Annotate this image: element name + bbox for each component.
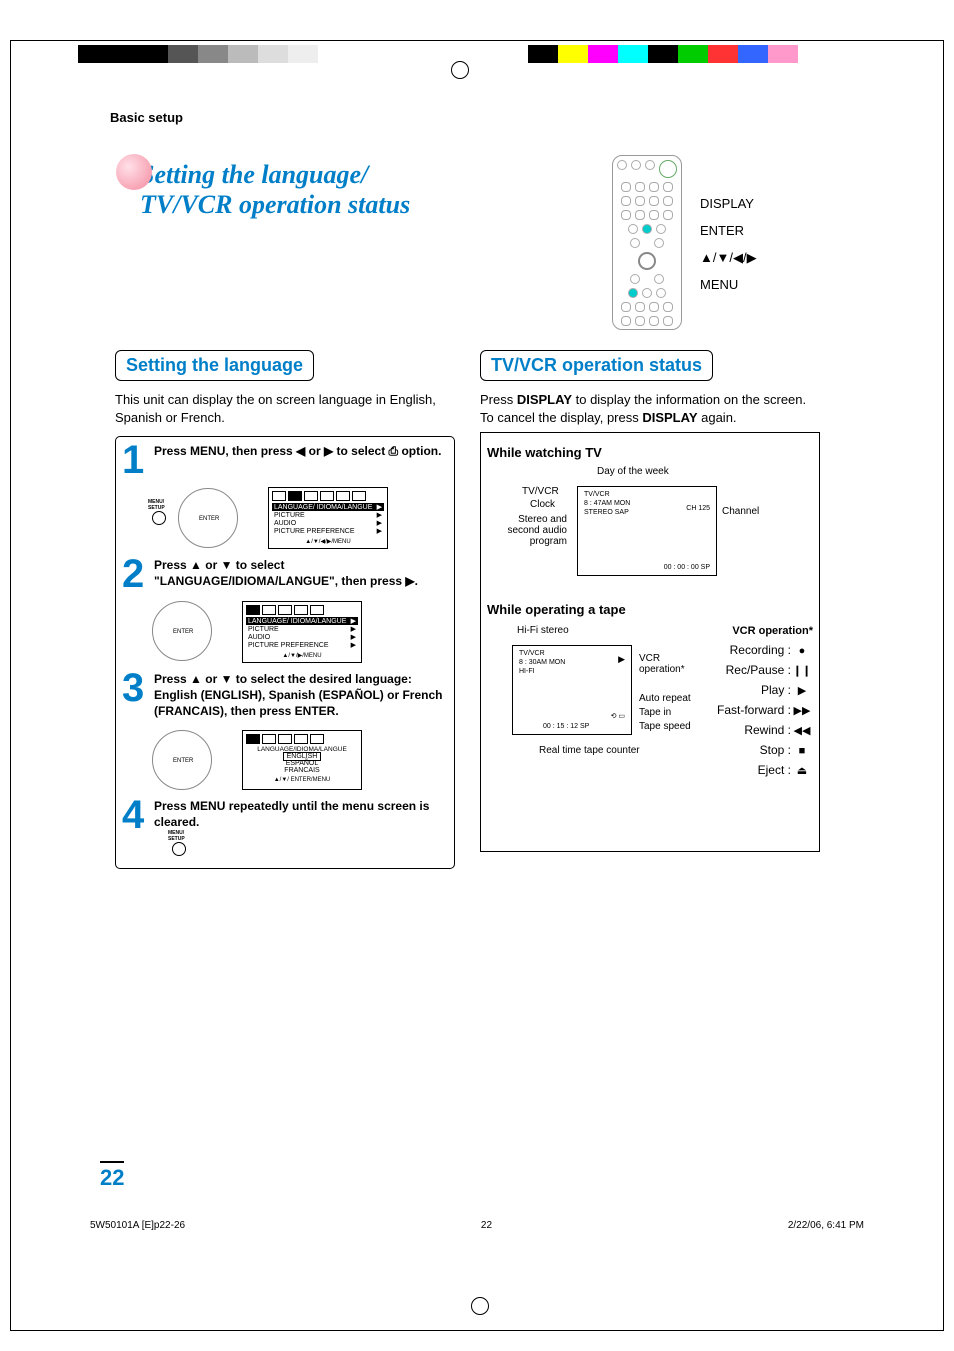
- breadcrumb: Basic setup: [110, 110, 183, 125]
- tape-screen: TV/VCR 8 : 30AM MON HI-FI ▶ ⟲ ▭ 00 : 15 …: [512, 645, 632, 735]
- print-swatches-right: [528, 45, 798, 63]
- steps-box: 1 Press MENU, then press ◀ or ▶ to selec…: [115, 436, 455, 869]
- dpad-icon: [178, 488, 238, 548]
- intro-left: This unit can display the on screen lang…: [115, 391, 455, 426]
- step-4-text: Press MENU repeatedly until the menu scr…: [154, 798, 448, 832]
- menu-button-icon: [172, 842, 190, 856]
- intro-right: Press DISPLAY to display the information…: [480, 391, 820, 426]
- step-2-text: Press ▲ or ▼ to select "LANGUAGE/IDIOMA/…: [154, 557, 448, 591]
- dpad-icon: [152, 601, 212, 661]
- status-frame: While watching TV Day of the week TV/VCR…: [480, 432, 820, 852]
- section-title-right: TV/VCR operation status: [480, 350, 713, 381]
- step-number: 1: [122, 443, 148, 477]
- step-number: 4: [122, 798, 148, 832]
- dpad-icon: [152, 730, 212, 790]
- page-number: 22: [100, 1161, 124, 1191]
- remote-labels: DISPLAY ENTER ▲/▼/◀/▶ MENU: [700, 190, 757, 298]
- tape-heading: While operating a tape: [487, 602, 813, 617]
- section-title-left: Setting the language: [115, 350, 314, 381]
- osd-screen-3: LANGUAGE/IDIOMA/LANGUE ENGLISH ESPAÑOL F…: [242, 730, 362, 790]
- tv-heading: While watching TV: [487, 445, 813, 460]
- vcr-operation-legend: VCR operation* Recording :● Rec/Pause :❙…: [673, 625, 813, 783]
- footer: 5W50101A [E]p22-26 22 2/22/06, 6:41 PM: [90, 1220, 864, 1231]
- menu-button-icon: [152, 511, 170, 525]
- print-swatches-left: [78, 45, 318, 63]
- step-1-text: Press MENU, then press ◀ or ▶ to select …: [154, 443, 448, 477]
- step-number: 2: [122, 557, 148, 591]
- remote-diagram: [612, 155, 682, 330]
- osd-screen-1: LANGUAGE/ IDIOMA/LANGUE▶ PICTURE▶ AUDIO▶…: [268, 487, 388, 549]
- step-3-text: Press ▲ or ▼ to select the desired langu…: [154, 671, 448, 720]
- tv-screen: TV/VCR 8 : 47AM MON STEREO SAP CH 125 00…: [577, 486, 717, 576]
- page-title: Setting the language/ TV/VCR operation s…: [140, 160, 410, 220]
- step-number: 3: [122, 671, 148, 720]
- osd-screen-2: LANGUAGE/ IDIOMA/LANGUE▶ PICTURE▶ AUDIO▶…: [242, 601, 362, 663]
